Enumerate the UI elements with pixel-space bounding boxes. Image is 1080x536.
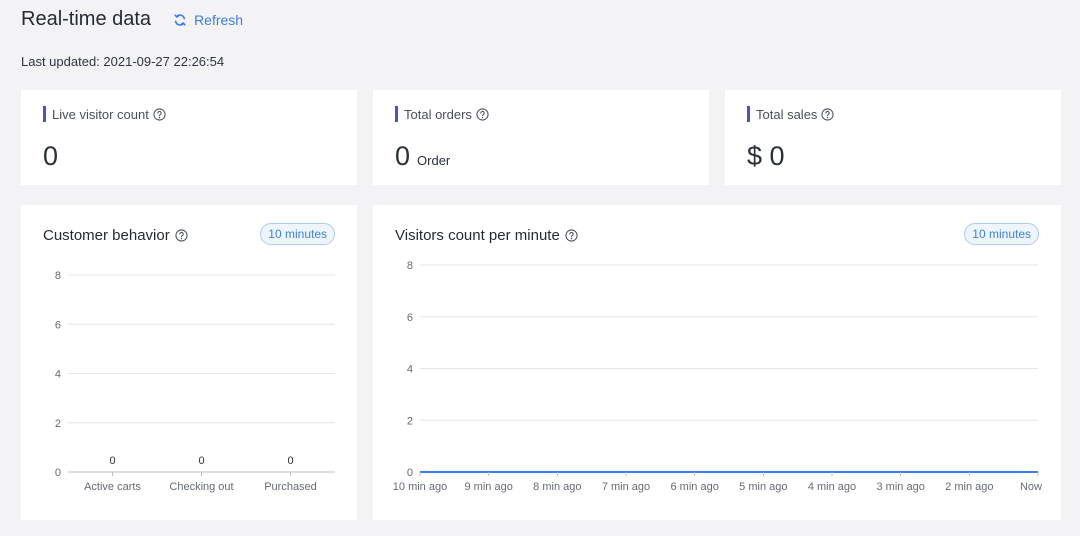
y-tick-label: 0 (55, 467, 61, 479)
stat-card-total-sales: Total sales $ 0 (725, 90, 1061, 185)
last-updated-text: Last updated: 2021-09-27 22:26:54 (21, 54, 225, 69)
stat-value-number: $ 0 (747, 141, 785, 171)
y-tick-label: 4 (407, 364, 413, 376)
visitors-per-minute-chart: 0 2 4 6 8 10 min ago 9 min ago 8 min ago 7 min a… (393, 260, 1042, 493)
stat-value-number: 0 (395, 141, 411, 171)
y-tick-label: 2 (55, 418, 61, 430)
page-header: Real-time data Refresh (21, 8, 243, 31)
y-tick-label: 0 (407, 467, 413, 479)
stat-unit: Order (417, 153, 451, 168)
x-tick-label: 2 min ago (945, 481, 993, 493)
x-tick-label: Purchased (264, 481, 317, 493)
refresh-button[interactable]: Refresh (173, 12, 243, 28)
x-tick-label: 5 min ago (739, 481, 787, 493)
y-tick-label: 6 (55, 319, 61, 331)
x-tick-label: 6 min ago (671, 481, 719, 493)
y-tick-label: 4 (55, 369, 61, 381)
refresh-icon (174, 13, 186, 26)
stat-label: Live visitor count (52, 106, 149, 122)
help-icon[interactable] (476, 107, 489, 121)
visitors-per-minute-card: Visitors count per minute 10 minutes 024… (373, 205, 1061, 520)
stat-card-live-visitors: Live visitor count 0 (21, 90, 357, 185)
x-tick-label: 3 min ago (877, 481, 925, 493)
stat-value: 0 (43, 141, 58, 172)
x-tick-label: 7 min ago (602, 481, 650, 493)
x-tick-label: Checking out (169, 481, 233, 493)
stat-card-total-orders: Total orders 0 Order (373, 90, 709, 185)
x-tick-label: Now (1020, 481, 1042, 493)
stat-accent-bar (43, 106, 46, 122)
stat-label-row: Total orders (395, 106, 489, 122)
help-icon[interactable] (153, 107, 166, 121)
y-tick-label: 2 (407, 415, 413, 427)
stat-label-row: Live visitor count (43, 106, 166, 122)
stat-value-number: 0 (43, 141, 59, 171)
stat-accent-bar (395, 106, 398, 122)
data-label: 0 (198, 455, 204, 467)
help-icon[interactable] (821, 107, 835, 121)
stat-value: $ 0 (747, 141, 785, 172)
stat-value: 0 Order (395, 141, 450, 172)
refresh-label: Refresh (194, 11, 244, 28)
stat-label: Total sales (756, 106, 818, 122)
stat-accent-bar (747, 106, 750, 122)
customer-behavior-chart: 0 2 4 6 8 0 Active carts 0 Checking out 0 Purchase… (55, 270, 335, 493)
y-tick-label: 8 (407, 260, 413, 272)
page-title: Real-time data (21, 8, 152, 30)
stat-label-row: Total sales (747, 106, 835, 122)
y-tick-label: 6 (407, 312, 413, 324)
data-label: 0 (109, 455, 115, 467)
x-tick-label: 4 min ago (808, 481, 856, 493)
data-label: 0 (287, 455, 293, 467)
y-tick-label: 8 (55, 270, 61, 282)
x-tick-label: 10 min ago (393, 481, 447, 493)
stat-label: Total orders (404, 106, 472, 122)
x-tick-label: 9 min ago (465, 481, 513, 493)
x-tick-label: Active carts (84, 481, 141, 493)
customer-behavior-card: Customer behavior 10 minutes 0 2 4 6 8 0 Activ… (21, 205, 357, 520)
x-tick-label: 8 min ago (533, 481, 581, 493)
